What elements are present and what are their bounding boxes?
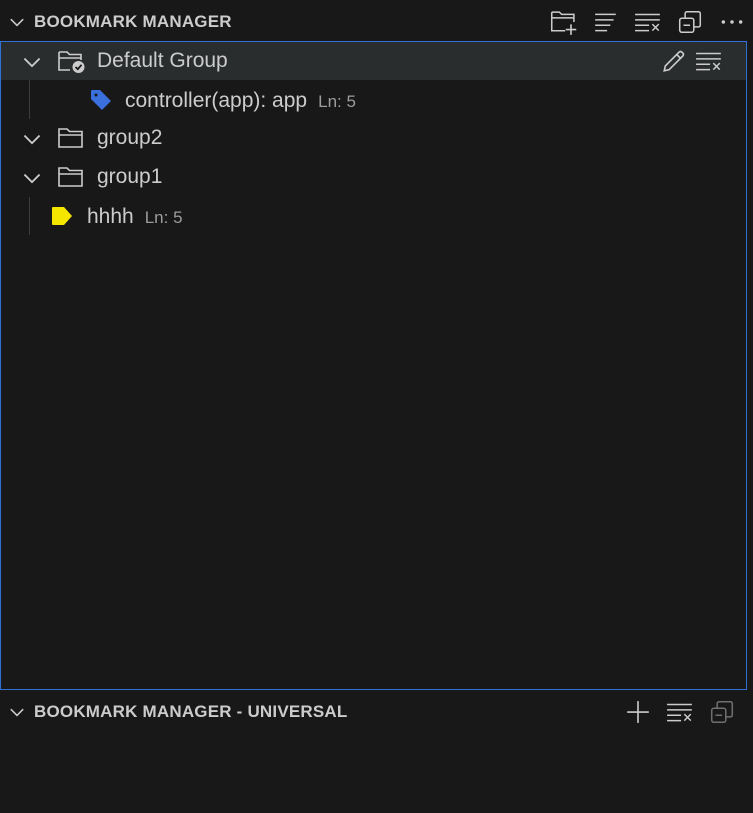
clear-all-icon bbox=[696, 52, 721, 71]
tree-item-bookmark[interactable]: hhhh Ln: 5 bbox=[1, 197, 746, 235]
collapse-all-icon bbox=[678, 10, 702, 34]
panel-title: BOOKMARK MANAGER bbox=[34, 12, 232, 31]
tree-item-group2[interactable]: group2 bbox=[1, 119, 746, 157]
clear-all-button[interactable] bbox=[627, 4, 669, 40]
sort-list-button[interactable] bbox=[585, 4, 627, 40]
list-icon bbox=[595, 13, 616, 32]
bookmark-label: hhhh bbox=[87, 205, 134, 228]
tree-item-bookmark[interactable]: controller(app): app Ln: 5 bbox=[1, 81, 746, 119]
more-actions-button[interactable] bbox=[711, 4, 753, 40]
collapse-all-icon bbox=[710, 700, 734, 724]
folder-active-icon bbox=[57, 48, 87, 78]
tree-item-label: group2 bbox=[97, 126, 163, 149]
chevron-down-icon[interactable] bbox=[0, 2, 34, 42]
bookmark-manager-header[interactable]: BOOKMARK MANAGER bbox=[0, 2, 753, 42]
bookmark-tree: Default Group controller(app): app Ln: 5 bbox=[0, 41, 747, 690]
folder-icon bbox=[57, 165, 85, 193]
folder-icon bbox=[57, 126, 85, 154]
bookmark-line: Ln: 5 bbox=[318, 92, 356, 111]
edit-icon bbox=[663, 50, 685, 72]
collapse-all-button[interactable] bbox=[701, 694, 743, 730]
clear-group-button[interactable] bbox=[695, 48, 723, 78]
clear-all-icon bbox=[635, 13, 660, 32]
bookmark-line: Ln: 5 bbox=[144, 208, 183, 227]
bookmark-manager-universal-header[interactable]: BOOKMARK MANAGER - UNIVERSAL bbox=[0, 692, 753, 732]
clear-all-button[interactable] bbox=[659, 694, 701, 730]
collapse-all-button[interactable] bbox=[669, 4, 711, 40]
tag-icon bbox=[89, 88, 113, 116]
add-button[interactable] bbox=[617, 694, 659, 730]
tree-item-group1[interactable]: group1 bbox=[1, 158, 746, 196]
new-group-button[interactable] bbox=[543, 4, 585, 40]
edit-group-button[interactable] bbox=[661, 48, 687, 78]
clear-all-icon bbox=[667, 703, 692, 722]
bookmark-label: controller(app): app bbox=[125, 89, 308, 112]
new-folder-icon bbox=[550, 11, 577, 35]
more-icon bbox=[721, 20, 743, 24]
tree-item-label: Default Group bbox=[97, 49, 228, 72]
add-icon bbox=[627, 701, 649, 723]
panel-title: BOOKMARK MANAGER - UNIVERSAL bbox=[34, 702, 348, 721]
chevron-down-icon[interactable] bbox=[21, 167, 43, 193]
chevron-down-icon[interactable] bbox=[0, 692, 34, 732]
chevron-down-icon[interactable] bbox=[21, 128, 43, 154]
tag-icon bbox=[49, 204, 75, 232]
tree-item-default-group[interactable]: Default Group bbox=[1, 42, 746, 80]
chevron-down-icon[interactable] bbox=[21, 51, 43, 77]
tree-item-label: group1 bbox=[97, 165, 163, 188]
